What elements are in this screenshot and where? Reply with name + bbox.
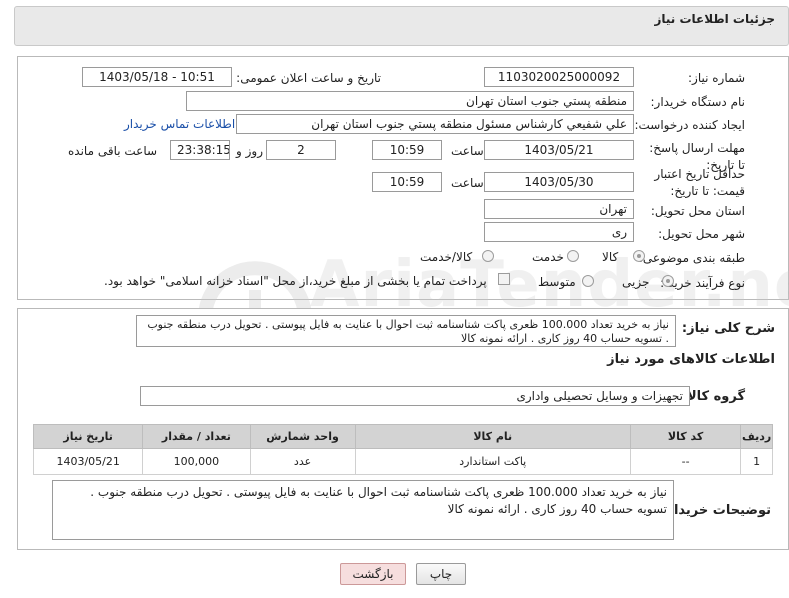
cell-row: 1 xyxy=(740,448,773,475)
process-option-minor: جزیی xyxy=(622,275,650,289)
announce-label: تاریخ و ساعت اعلان عمومی: xyxy=(236,71,381,85)
cell-unit: عدد xyxy=(249,448,356,475)
validity-date-field: 1403/05/30 xyxy=(484,172,634,192)
remaining-label: ساعت باقی مانده xyxy=(68,144,158,158)
treasury-payment-note: پرداخت تمام یا بخشی از مبلغ خرید،از محل … xyxy=(104,274,487,288)
cell-date: 1403/05/21 xyxy=(32,448,144,475)
category-radio-both[interactable] xyxy=(482,250,494,262)
province-field: تهران xyxy=(484,199,634,219)
goods-group-label: گروه کالا: xyxy=(681,389,745,404)
remaining-time-field: 23:38:15 xyxy=(170,140,230,160)
goods-info-title: اطلاعات کالاهای مورد نیاز xyxy=(607,352,775,367)
col-name-header: نام کالا xyxy=(354,424,631,449)
goods-group-field: تجهیزات و وسایل تحصیلی واداری xyxy=(140,386,690,406)
process-radio-medium[interactable] xyxy=(582,275,594,287)
process-option-medium: متوسط xyxy=(538,275,576,289)
goods-table: ردیف کد کالا نام کالا واحد شمارش تعداد /… xyxy=(32,424,773,475)
table-row: 1 -- پاکت استاندارد عدد 100,000 1403/05/… xyxy=(32,448,773,475)
cell-name: پاکت استاندارد xyxy=(354,448,631,475)
col-qty-header: تعداد / مقدار xyxy=(142,424,251,449)
days-field: 2 xyxy=(266,140,336,160)
province-label: استان محل تحویل: xyxy=(650,204,745,218)
general-desc-field: نیاز به خرید تعداد 100.000 ظعری پاکت شنا… xyxy=(136,315,676,347)
creator-label: ایجاد کننده درخواست: xyxy=(634,118,745,132)
contact-buyer-link[interactable]: اطلاعات تماس خریدار xyxy=(124,117,235,131)
general-desc-label: شرح کلی نیاز: xyxy=(681,321,775,336)
buyer-org-label: نام دستگاه خریدار: xyxy=(650,95,746,109)
validity-label: حداقل تاریخ اعتبار قیمت: تا تاریخ: xyxy=(654,167,745,198)
category-option-both: کالا/خدمت xyxy=(420,250,473,264)
deadline-time-label: ساعت xyxy=(451,144,484,158)
deadline-date-field: 1403/05/21 xyxy=(484,140,634,160)
category-option-goods: کالا xyxy=(602,250,619,264)
buyer-notes-label: توضیحات خریدار: xyxy=(661,503,771,518)
deadline-time-field: 10:59 xyxy=(372,140,442,160)
treasury-payment-checkbox[interactable] xyxy=(498,273,510,285)
process-radio-minor[interactable] xyxy=(662,275,674,287)
buyer-org-field: منطقه پستي جنوب استان تهران xyxy=(186,91,634,111)
col-unit-header: واحد شمارش xyxy=(249,424,356,449)
print-button[interactable]: چاپ xyxy=(416,563,466,585)
days-label: روز و xyxy=(236,144,263,158)
col-code-header: کد کالا xyxy=(629,424,742,449)
col-row-header: ردیف xyxy=(740,424,773,449)
city-field: ری xyxy=(484,222,634,242)
category-radio-service[interactable] xyxy=(567,250,579,262)
page-title: جزئیات اطلاعات نیاز xyxy=(654,12,775,26)
col-date-header: تاریخ نیاز xyxy=(32,424,144,449)
announce-field: 1403/05/18 - 10:51 xyxy=(82,67,232,87)
city-label: شهر محل تحویل: xyxy=(658,227,745,241)
cell-qty: 100,000 xyxy=(142,448,251,475)
validity-time-label: ساعت xyxy=(451,176,484,190)
validity-time-field: 10:59 xyxy=(372,172,442,192)
need-number-label: شماره نیاز: xyxy=(688,71,745,85)
buyer-notes-field: نیاز به خرید تعداد 100.000 ظعری پاکت شنا… xyxy=(52,480,674,540)
need-number-field: 1103020025000092 xyxy=(484,67,634,87)
category-radio-goods[interactable] xyxy=(633,250,645,262)
creator-field: علي شفيعي کارشناس مسئول منطقه پستي جنوب … xyxy=(236,114,634,134)
category-label: طبقه بندی موضوعی: xyxy=(638,251,745,265)
category-option-service: خدمت xyxy=(532,250,564,264)
back-button[interactable]: بازگشت xyxy=(340,563,406,585)
cell-code: -- xyxy=(629,448,742,475)
goods-table-header: ردیف کد کالا نام کالا واحد شمارش تعداد /… xyxy=(32,424,773,449)
